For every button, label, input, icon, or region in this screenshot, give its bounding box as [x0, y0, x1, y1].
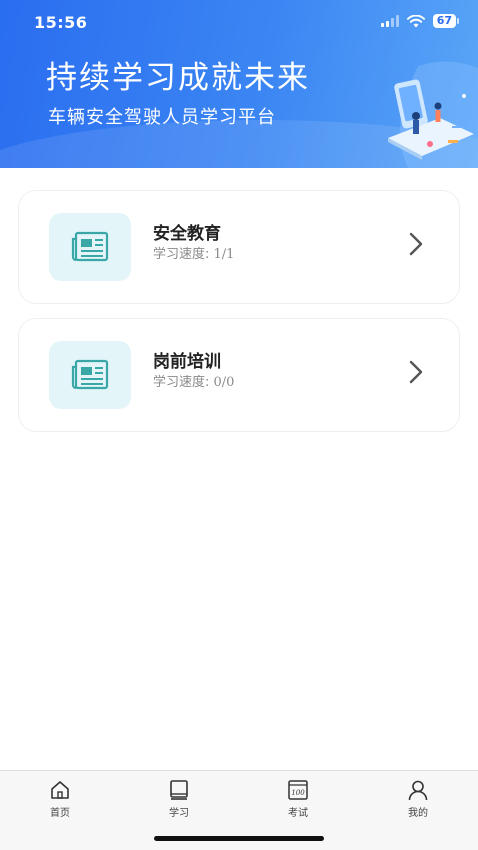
user-icon — [408, 780, 428, 801]
signal-icon — [380, 15, 399, 27]
course-progress: 学习速度: 0/0 — [153, 371, 234, 390]
tab-label: 考试 — [288, 808, 308, 819]
newspaper-icon — [71, 231, 109, 262]
book-icon — [170, 780, 188, 800]
chevron-right-icon — [409, 232, 423, 256]
chevron-right-icon — [409, 360, 423, 384]
course-title: 安全教育 — [153, 224, 221, 244]
course-card-pre-job-training[interactable]: 岗前培训 学习速度: 0/0 — [18, 318, 460, 432]
header-banner: 15:56 67 持续学习成就未来 车辆安全驾驶人员学习平台 — [0, 0, 478, 168]
status-indicators: 67 — [380, 14, 460, 28]
tab-home[interactable]: 首页 — [30, 779, 90, 819]
learning-illustration-icon — [388, 61, 478, 168]
status-time: 15:56 — [34, 13, 88, 32]
tab-mine[interactable]: 我的 — [388, 779, 448, 819]
course-progress-label: 学习速度: — [153, 375, 210, 390]
tab-label: 学习 — [169, 808, 189, 819]
status-bar: 15:56 67 — [0, 0, 478, 46]
tab-label: 首页 — [50, 808, 70, 819]
header-subtitle: 车辆安全驾驶人员学习平台 — [48, 107, 276, 128]
tab-label: 我的 — [408, 808, 428, 819]
course-card-safety-education[interactable]: 安全教育 学习速度: 1/1 — [18, 190, 460, 304]
course-progress: 学习速度: 1/1 — [153, 243, 234, 262]
course-icon-box — [49, 213, 131, 281]
course-title: 岗前培训 — [153, 352, 221, 372]
home-indicator[interactable] — [154, 836, 324, 841]
exam-icon: 100 — [288, 780, 308, 800]
tab-exam[interactable]: 100 考试 — [268, 779, 328, 819]
tab-study[interactable]: 学习 — [149, 779, 209, 819]
newspaper-icon — [71, 359, 109, 390]
course-progress-value: 1/1 — [213, 247, 235, 262]
course-icon-box — [49, 341, 131, 409]
course-progress-label: 学习速度: — [153, 247, 210, 262]
wifi-icon — [406, 14, 425, 27]
home-icon — [51, 781, 69, 799]
header-title: 持续学习成就未来 — [46, 60, 310, 96]
svg-text:100: 100 — [291, 789, 305, 797]
battery-icon: 67 — [432, 14, 460, 28]
course-progress-value: 0/0 — [213, 375, 235, 390]
